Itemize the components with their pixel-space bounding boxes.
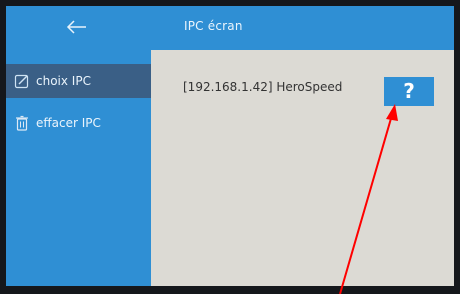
top-bar: IPC écran — [6, 6, 454, 50]
left-arrow-icon — [66, 20, 86, 34]
back-button[interactable] — [62, 15, 90, 39]
sidebar-item-choix-ipc[interactable]: choix IPC — [6, 64, 151, 98]
sidebar-item-label: choix IPC — [36, 74, 91, 88]
touch-screen: IPC écran choix IPC effacer IPC [192.168… — [6, 6, 454, 286]
edit-icon — [14, 73, 30, 89]
device-frame: IPC écran choix IPC effacer IPC [192.168… — [0, 0, 460, 294]
content-panel: [192.168.1.42] HeroSpeed ? — [151, 50, 454, 286]
sidebar: choix IPC effacer IPC — [6, 50, 151, 286]
help-button[interactable]: ? — [384, 77, 434, 106]
sidebar-item-effacer-ipc[interactable]: effacer IPC — [6, 106, 151, 140]
page-title: IPC écran — [184, 19, 243, 33]
trash-icon — [14, 115, 30, 131]
device-list-item[interactable]: [192.168.1.42] HeroSpeed — [183, 80, 342, 94]
sidebar-item-label: effacer IPC — [36, 116, 101, 130]
